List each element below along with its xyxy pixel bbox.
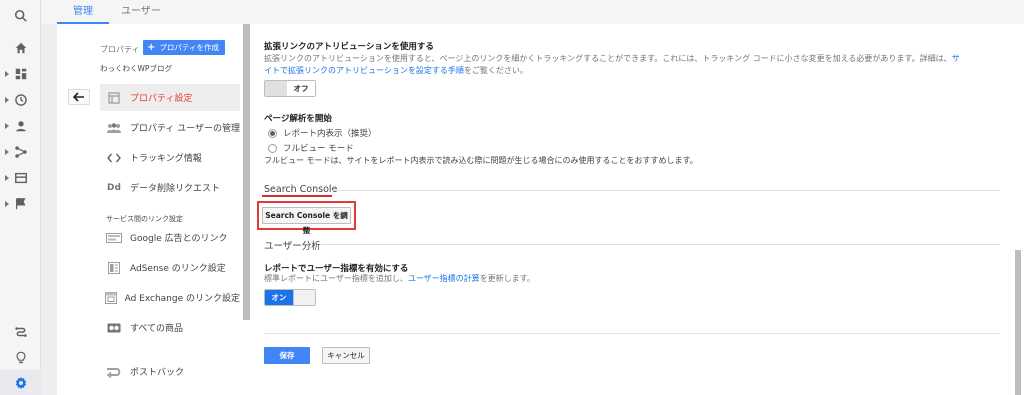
content-scrollbar[interactable]: [1015, 250, 1021, 395]
acquisition-icon[interactable]: [0, 139, 41, 165]
person-icon[interactable]: [0, 113, 41, 139]
radio-dot: [268, 143, 277, 153]
postback-icon: [105, 365, 123, 379]
arrow-back-icon: [73, 92, 84, 102]
ad-exchange-icon: [105, 291, 118, 305]
behavior-icon[interactable]: [0, 165, 41, 191]
nav-item-label: プロパティ設定: [130, 94, 193, 104]
gear-icon[interactable]: [0, 370, 41, 395]
dashboard-icon[interactable]: [0, 61, 41, 87]
toggle-label: オン: [265, 290, 293, 305]
tab-user[interactable]: ユーザー: [105, 0, 177, 24]
toggle-knob: [265, 81, 287, 96]
enhanced-link-section: 拡張リンクのアトリビューションを使用する 拡張リンクのアトリビューションを使用す…: [264, 40, 1004, 77]
nav-item-all-products[interactable]: すべての商品: [100, 314, 240, 341]
back-button[interactable]: [68, 89, 90, 105]
highlight-underline: [262, 195, 332, 197]
enhanced-link-help-link[interactable]: イトで拡張リンクのアトリビューションを設定する手順: [264, 66, 464, 75]
divider: [332, 190, 1000, 191]
nav-item-data-deletion[interactable]: Dd データ削除リクエスト: [100, 174, 240, 201]
home-icon[interactable]: [0, 35, 41, 61]
nav-item-label: Ad Exchange のリンク設定: [124, 294, 240, 304]
save-button[interactable]: 保存: [264, 347, 310, 364]
nav-item-label: Google 広告とのリンク: [130, 234, 228, 244]
enhanced-link-toggle[interactable]: オフ: [264, 80, 316, 97]
top-tab-bar: 管理 ユーザー: [41, 0, 1024, 24]
dd-icon: Dd: [107, 182, 121, 193]
create-property-button[interactable]: + プロパティを作成: [143, 40, 225, 55]
enhanced-link-help-link-start[interactable]: サ: [952, 54, 960, 63]
nav-item-postback[interactable]: ポストバック: [100, 358, 240, 385]
nav-item-label: トラッキング情報: [130, 154, 202, 164]
property-name: わっくわくWPブログ: [100, 64, 172, 73]
page-analysis-note: フルビュー モードは、サイトをレポート内表示で読み込む際に問題が生じる場合にのみ…: [264, 156, 698, 165]
adjust-search-console-button[interactable]: Search Console を調整: [262, 207, 351, 235]
nav-scrollbar[interactable]: [243, 24, 250, 320]
nav-item-property-settings[interactable]: プロパティ設定: [100, 84, 240, 111]
nav-item-label: データ削除リクエスト: [130, 184, 221, 194]
users-icon: [105, 121, 123, 135]
user-metrics-description: 標準レポートにユーザー指標を追加し、ユーザー指標の計算を更新します。: [264, 274, 535, 283]
property-label: プロパティ: [100, 45, 140, 54]
toggle-knob: [293, 290, 315, 305]
user-analysis-section-title: ユーザー分析: [264, 241, 321, 252]
user-metrics-toggle[interactable]: オン: [264, 289, 316, 306]
code-icon: [105, 151, 123, 165]
products-icon: [105, 321, 123, 335]
nav-item-google-ads-link[interactable]: Google 広告とのリンク: [100, 224, 240, 251]
page-analysis-title: ページ解析を開始: [264, 114, 332, 124]
adsense-icon: [105, 261, 123, 275]
radio-in-report[interactable]: レポート内表示（推奨）: [268, 127, 377, 139]
nav-item-label: AdSense のリンク設定: [130, 264, 226, 274]
nav-item-ad-exchange-link[interactable]: Ad Exchange のリンク設定: [100, 284, 240, 311]
divider: [322, 244, 1000, 245]
google-ads-icon: [105, 231, 123, 245]
search-icon[interactable]: [0, 3, 41, 29]
nav-item-property-users[interactable]: プロパティ ユーザーの管理: [100, 114, 240, 141]
nav-item-label: プロパティ ユーザーの管理: [129, 124, 240, 134]
attribution-icon[interactable]: [0, 319, 41, 345]
nav-section-product-linking: サービス間のリンク設定: [106, 215, 183, 223]
user-metrics-calc-link[interactable]: ユーザー指標の計算: [408, 274, 480, 283]
nav-item-label: すべての商品: [130, 324, 184, 334]
cancel-button[interactable]: キャンセル: [322, 347, 370, 364]
nav-item-label: ポストバック: [130, 368, 185, 378]
flag-icon[interactable]: [0, 191, 41, 217]
left-nav-rail: [0, 0, 41, 395]
lightbulb-icon[interactable]: [0, 345, 41, 371]
tab-admin[interactable]: 管理: [57, 0, 109, 24]
radio-dot: [268, 128, 277, 138]
property-settings-icon: [105, 91, 123, 105]
toggle-label: オフ: [293, 84, 309, 93]
search-console-section-title: Search Console: [264, 184, 338, 195]
enhanced-link-title: 拡張リンクのアトリビューションを使用する: [264, 42, 434, 52]
nav-item-adsense-link[interactable]: AdSense のリンク設定: [100, 254, 240, 281]
clock-icon[interactable]: [0, 87, 41, 113]
nav-item-tracking-info[interactable]: トラッキング情報: [100, 144, 240, 171]
enhanced-link-description: 拡張リンクのアトリビューションを使用すると、ページ上のリンクを細かくトラッキング…: [264, 54, 960, 75]
divider: [264, 333, 1000, 334]
radio-full-view[interactable]: フルビュー モード: [268, 142, 354, 154]
